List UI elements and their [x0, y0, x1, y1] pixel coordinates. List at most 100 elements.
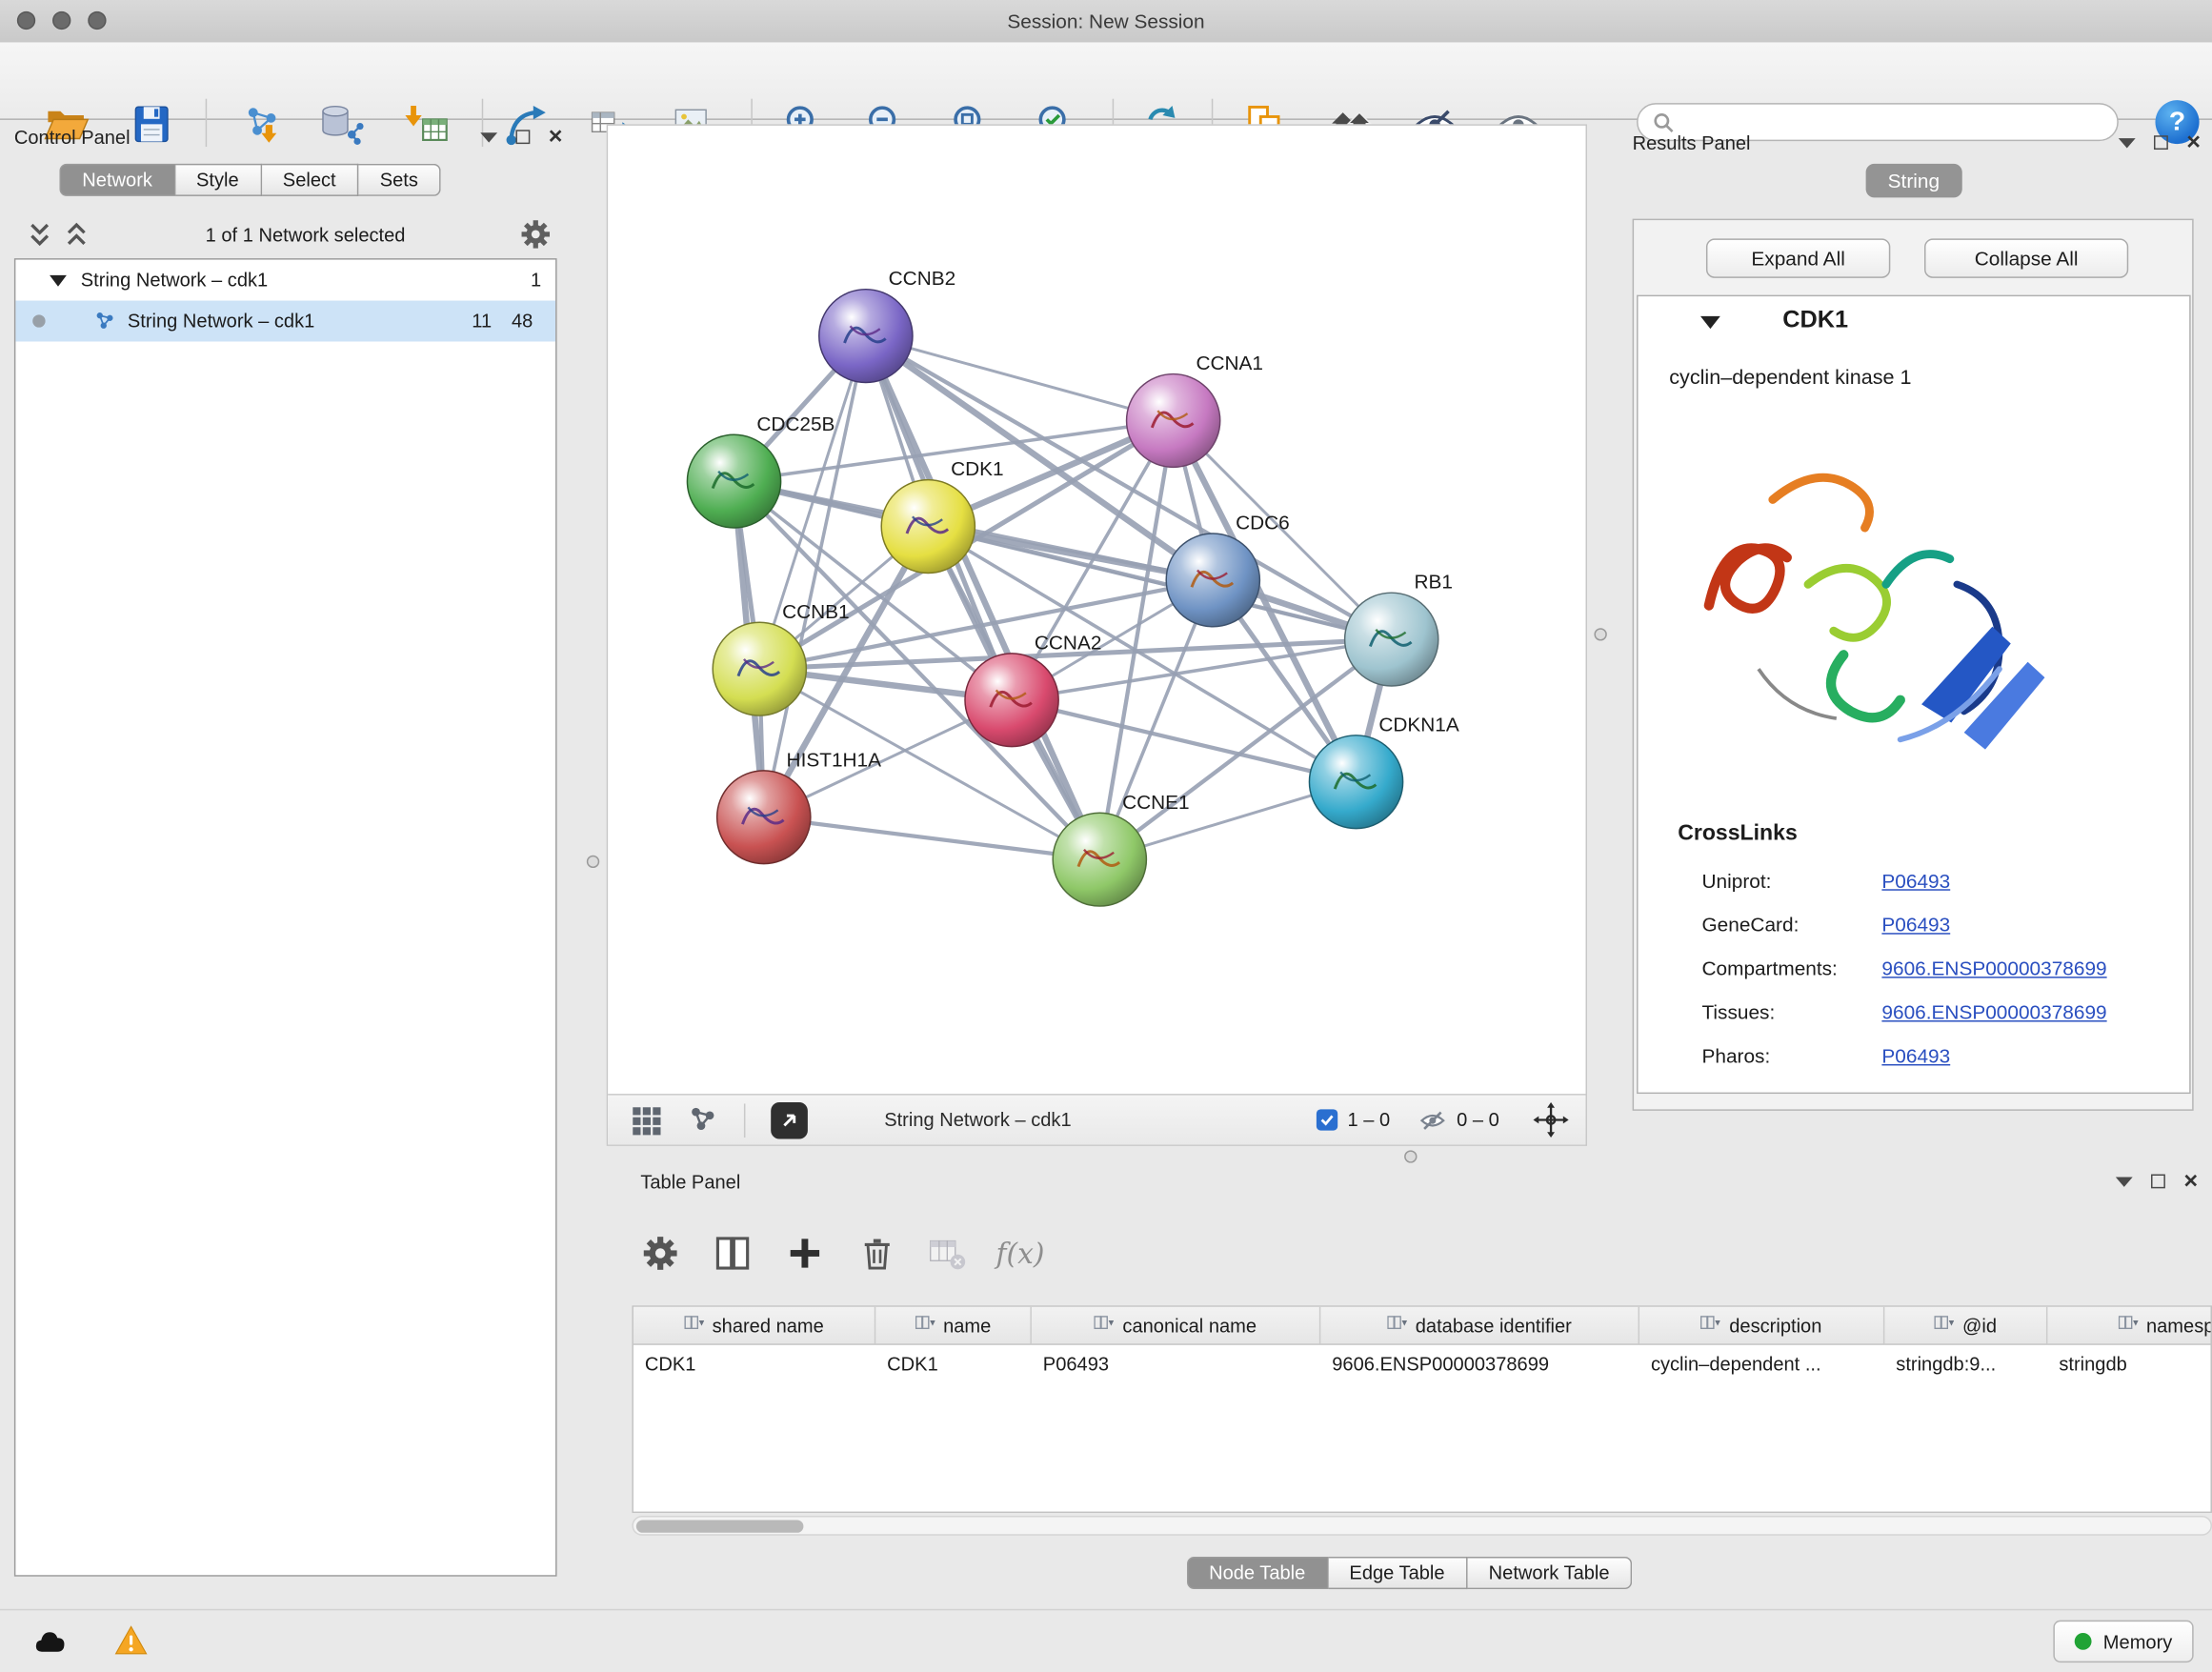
- expand-all-button[interactable]: Expand All: [1706, 238, 1890, 277]
- table-row[interactable]: CDK1CDK1P064939606.ENSP00000378699cyclin…: [633, 1345, 2211, 1383]
- column-icon: [1934, 1314, 1954, 1337]
- hidden-eye-slash-icon: [1418, 1106, 1447, 1135]
- column-header-shared-name[interactable]: shared name: [633, 1307, 875, 1344]
- network-collection-row[interactable]: String Network – cdk1 1: [15, 260, 555, 301]
- column-header-database-identifier[interactable]: database identifier: [1320, 1307, 1639, 1344]
- disclosure-triangle-icon[interactable]: [50, 274, 67, 286]
- delete-table-icon: [918, 1225, 975, 1281]
- crosslink-value-link[interactable]: P06493: [1881, 913, 1950, 936]
- zoom-window-button[interactable]: [88, 11, 106, 30]
- panel-menu-icon[interactable]: [480, 132, 497, 142]
- column-header-namespace[interactable]: namespace: [2047, 1307, 2212, 1344]
- control-panel-tabs: NetworkStyleSelectSets: [59, 164, 440, 196]
- section-collapse-icon[interactable]: [1700, 316, 1720, 329]
- memory-button[interactable]: Memory: [2054, 1621, 2194, 1662]
- tab-select[interactable]: Select: [261, 164, 358, 196]
- panel-menu-icon[interactable]: [2119, 137, 2136, 147]
- network-node-CDC6[interactable]: [1166, 534, 1259, 627]
- network-node-CDC25B[interactable]: [687, 434, 780, 528]
- network-view[interactable]: CCNB2CCNA1CDC25BCDK1CDC6RB1CCNB1CCNA2CDK…: [607, 124, 1587, 1146]
- splitter-handle[interactable]: [1594, 628, 1606, 640]
- network-list-toolbar: 1 of 1 Network selected: [14, 214, 563, 253]
- minimize-window-button[interactable]: [52, 11, 70, 30]
- title-bar: Session: New Session: [0, 0, 2212, 44]
- network-node-CCNA1[interactable]: [1127, 374, 1220, 468]
- column-icon: [1387, 1314, 1407, 1337]
- delete-column-icon[interactable]: [849, 1225, 906, 1281]
- expand-all-icon[interactable]: [62, 220, 90, 249]
- column-header-name[interactable]: name: [875, 1307, 1032, 1344]
- table-cell[interactable]: stringdb: [2047, 1345, 2212, 1383]
- table-cell[interactable]: CDK1: [875, 1345, 1032, 1383]
- network-node-CCNB1[interactable]: [713, 622, 806, 715]
- panel-menu-icon[interactable]: [2116, 1177, 2133, 1186]
- table-gear-icon[interactable]: [632, 1225, 689, 1281]
- panel-float-icon[interactable]: [2151, 1175, 2165, 1189]
- network-node-CCNE1[interactable]: [1053, 813, 1146, 906]
- splitter-handle[interactable]: [587, 856, 599, 868]
- network-canvas[interactable]: CCNB2CCNA1CDC25BCDK1CDC6RB1CCNB1CCNA2CDK…: [608, 126, 1585, 1094]
- table-cell[interactable]: P06493: [1032, 1345, 1320, 1383]
- node-table[interactable]: shared namenamecanonical namedatabase id…: [632, 1305, 2212, 1513]
- crosslink-value-link[interactable]: 9606.ENSP00000378699: [1881, 1000, 2106, 1023]
- string-results-box: Expand All Collapse All CDK1 cyclin–depe…: [1633, 219, 2194, 1111]
- open-in-browser-icon[interactable]: [771, 1101, 808, 1138]
- tab-network-table[interactable]: Network Table: [1467, 1557, 1632, 1589]
- gene-section: CDK1 cyclin–dependent kinase 1 CrossLink…: [1637, 295, 2191, 1094]
- network-row[interactable]: String Network – cdk1 11 48: [15, 301, 555, 342]
- control-panel: Control Panel × NetworkStyleSelectSets 1…: [0, 118, 576, 1608]
- panel-close-icon[interactable]: ×: [2183, 1175, 2198, 1189]
- tab-sets[interactable]: Sets: [358, 164, 440, 196]
- network-node-HIST1H1A[interactable]: [717, 771, 811, 864]
- warning-icon[interactable]: [102, 1621, 158, 1662]
- tab-node-table[interactable]: Node Table: [1186, 1557, 1328, 1589]
- crosslinks-heading: CrossLinks: [1678, 821, 1798, 847]
- node-label-CCNE1: CCNE1: [1122, 792, 1190, 814]
- splitter-handle[interactable]: [1404, 1150, 1417, 1162]
- table-cell[interactable]: 9606.ENSP00000378699: [1320, 1345, 1639, 1383]
- memory-label: Memory: [2103, 1631, 2173, 1652]
- crosslink-value-link[interactable]: P06493: [1881, 869, 1950, 892]
- table-cell[interactable]: cyclin–dependent ...: [1639, 1345, 1884, 1383]
- network-node-CCNA2[interactable]: [965, 654, 1058, 747]
- column-header-description[interactable]: description: [1639, 1307, 1884, 1344]
- cloud-icon[interactable]: [23, 1621, 79, 1662]
- crosslink-value-link[interactable]: 9606.ENSP00000378699: [1881, 957, 2106, 979]
- close-window-button[interactable]: [17, 11, 35, 30]
- window-title: Session: New Session: [1007, 10, 1204, 32]
- node-label-CDC25B: CDC25B: [756, 413, 835, 435]
- birds-eye-view-icon[interactable]: [631, 1104, 662, 1136]
- network-overview-icon[interactable]: [687, 1104, 718, 1136]
- add-column-icon[interactable]: [776, 1225, 834, 1281]
- tab-edge-table[interactable]: Edge Table: [1328, 1557, 1467, 1589]
- tab-string[interactable]: String: [1865, 164, 1962, 198]
- pan-crosshair-icon[interactable]: [1533, 1102, 1568, 1138]
- tab-style[interactable]: Style: [175, 164, 262, 196]
- panel-close-icon[interactable]: ×: [2186, 135, 2201, 150]
- network-node-CDKN1A[interactable]: [1309, 735, 1402, 829]
- scrollbar-thumb[interactable]: [636, 1520, 804, 1532]
- crosslink-label: GeneCard:: [1701, 913, 1881, 936]
- horizontal-scrollbar[interactable]: [632, 1516, 2212, 1536]
- node-label-CDKN1A: CDKN1A: [1378, 714, 1459, 735]
- crosslink-value-link[interactable]: P06493: [1881, 1043, 1950, 1066]
- show-columns-icon[interactable]: [704, 1225, 761, 1281]
- collapse-all-button[interactable]: Collapse All: [1924, 238, 2128, 277]
- gear-icon[interactable]: [520, 219, 552, 251]
- panel-float-icon[interactable]: [516, 130, 531, 144]
- selected-count: 1 – 0: [1348, 1109, 1391, 1130]
- network-node-CDK1[interactable]: [881, 480, 975, 574]
- panel-float-icon[interactable]: [2154, 135, 2168, 150]
- network-node-CCNB2[interactable]: [819, 290, 913, 383]
- column-header--id[interactable]: @id: [1884, 1307, 2047, 1344]
- network-node-RB1[interactable]: [1345, 593, 1438, 686]
- selected-nodes-checkbox-icon[interactable]: [1317, 1109, 1337, 1130]
- tab-network[interactable]: Network: [59, 164, 174, 196]
- panel-close-icon[interactable]: ×: [549, 130, 563, 144]
- column-header-canonical-name[interactable]: canonical name: [1032, 1307, 1320, 1344]
- network-tree: String Network – cdk1 1 String Network –…: [14, 258, 557, 1577]
- function-builder-icon[interactable]: f(x): [992, 1225, 1049, 1281]
- collapse-all-icon[interactable]: [26, 220, 54, 249]
- table-cell[interactable]: CDK1: [633, 1345, 875, 1383]
- table-cell[interactable]: stringdb:9...: [1884, 1345, 2047, 1383]
